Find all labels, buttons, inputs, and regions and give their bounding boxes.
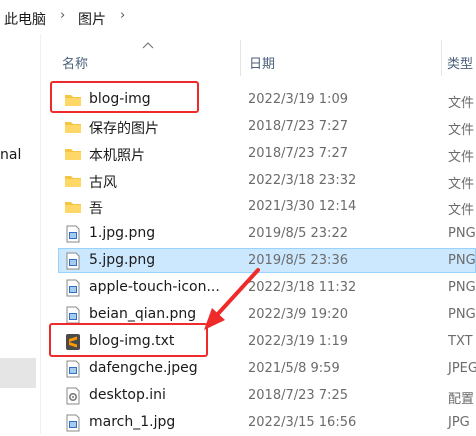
file-date: 2018/7/23 7:25 xyxy=(248,388,348,403)
breadcrumb-separator[interactable]: › xyxy=(120,8,125,23)
column-header-name[interactable]: 名称 xyxy=(62,53,88,72)
file-name: 本机照片 xyxy=(89,148,145,164)
file-type: TXT xyxy=(448,334,473,349)
file-date: 2019/8/5 23:36 xyxy=(248,253,348,268)
file-name: 1.jpg.png xyxy=(89,225,156,241)
file-type: PNG xyxy=(448,226,476,241)
file-name: beian_qian.png xyxy=(89,306,197,322)
file-date: 2022/3/19 1:09 xyxy=(248,92,348,107)
file-date: 2018/7/23 7:27 xyxy=(248,146,348,161)
folder-icon xyxy=(65,122,81,133)
image-file-icon xyxy=(66,225,80,243)
file-name: 5.jpg.png xyxy=(89,252,156,268)
file-type: 配置 xyxy=(448,392,475,407)
image-file-icon xyxy=(66,360,80,378)
settings-file-icon xyxy=(66,387,80,405)
file-type: 文件 xyxy=(448,177,475,192)
file-type: PNG xyxy=(448,280,476,295)
annotation-box-txt-file xyxy=(49,323,208,357)
file-row[interactable]: dafengche.jpeg 2021/5/8 9:59 JPEG xyxy=(0,356,476,382)
file-row[interactable]: 本机照片 2018/7/23 7:27 文件 xyxy=(0,141,476,167)
image-file-icon xyxy=(66,414,80,432)
file-type: 文件 xyxy=(448,150,475,165)
breadcrumb-pictures[interactable]: 图片 xyxy=(78,9,106,29)
breadcrumb-this-pc[interactable]: 此电脑 xyxy=(4,9,46,29)
file-name: march_1.jpg xyxy=(89,414,176,430)
file-date: 2019/8/5 23:22 xyxy=(248,226,348,241)
file-type: 文件 xyxy=(448,123,475,138)
column-header-type[interactable]: 类型 xyxy=(447,53,473,72)
file-date: 2021/5/8 9:59 xyxy=(248,361,340,376)
file-date: 2022/3/18 11:32 xyxy=(248,280,357,295)
file-type: JPG xyxy=(448,415,470,430)
file-date: 2018/7/23 7:27 xyxy=(248,119,348,134)
folder-icon xyxy=(65,149,81,160)
file-name: desktop.ini xyxy=(89,387,166,403)
column-divider[interactable] xyxy=(441,40,442,76)
file-name: 吾 xyxy=(89,201,103,217)
breadcrumb-separator[interactable]: › xyxy=(60,8,65,23)
folder-icon xyxy=(65,202,81,213)
file-name: apple-touch-icon... xyxy=(89,279,220,295)
folder-icon xyxy=(65,176,81,187)
file-name: 古风 xyxy=(89,175,117,191)
file-row[interactable]: 保存的图片 2018/7/23 7:27 文件 xyxy=(0,114,476,140)
file-date: 2022/3/9 19:20 xyxy=(248,307,348,322)
file-row[interactable]: apple-touch-icon... 2022/3/18 11:32 PNG xyxy=(0,275,476,301)
image-file-icon xyxy=(66,279,80,297)
annotation-box-folder xyxy=(50,81,199,113)
file-row[interactable]: march_1.jpg 2022/3/15 16:56 JPG xyxy=(0,410,476,436)
image-file-icon xyxy=(66,306,80,324)
file-name: dafengche.jpeg xyxy=(89,360,198,376)
column-divider[interactable] xyxy=(240,40,241,76)
file-name: 保存的图片 xyxy=(89,121,159,137)
file-row[interactable]: 1.jpg.png 2019/8/5 23:22 PNG xyxy=(0,221,476,247)
file-row-selected[interactable]: 5.jpg.png 2019/8/5 23:36 PNG xyxy=(0,248,476,274)
image-file-icon xyxy=(66,252,80,270)
file-date: 2022/3/18 23:32 xyxy=(248,173,357,188)
file-date: 2022/3/19 1:19 xyxy=(248,334,348,349)
file-type: 文件 xyxy=(448,96,475,111)
sort-ascending-icon xyxy=(142,42,154,49)
file-type: 文件 xyxy=(448,203,475,218)
file-row[interactable]: 吾 2021/3/30 12:14 文件 xyxy=(0,194,476,220)
file-row[interactable]: desktop.ini 2018/7/23 7:25 配置 xyxy=(0,383,476,409)
column-header-date[interactable]: 日期 xyxy=(249,53,275,72)
file-date: 2022/3/15 16:56 xyxy=(248,415,357,430)
file-type: PNG xyxy=(448,307,476,322)
file-type: JPEG xyxy=(448,361,476,376)
file-row[interactable]: 古风 2022/3/18 23:32 文件 xyxy=(0,168,476,194)
breadcrumb: 此电脑 › 图片 › xyxy=(0,0,476,34)
file-type: PNG xyxy=(448,253,476,268)
file-date: 2021/3/30 12:14 xyxy=(248,199,357,214)
